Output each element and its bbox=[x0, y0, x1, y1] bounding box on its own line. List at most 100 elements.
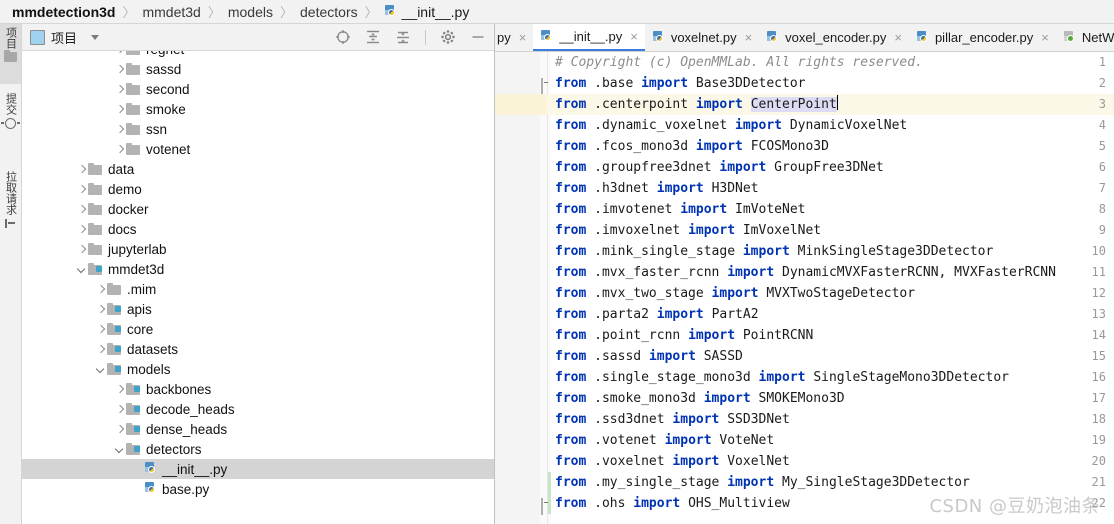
tree-item-label: smoke bbox=[146, 101, 186, 117]
chevron-down-icon[interactable] bbox=[94, 363, 107, 376]
breadcrumb-item-root[interactable]: mmdetection3d bbox=[12, 4, 115, 20]
editor-tab[interactable]: pillar_encoder.py × bbox=[909, 24, 1056, 51]
tree-item-label: base.py bbox=[162, 481, 210, 497]
editor-tab[interactable]: __init__.py × bbox=[533, 24, 645, 51]
chevron-right-icon[interactable] bbox=[75, 183, 88, 196]
imported-symbol: ImVoteNet bbox=[735, 202, 806, 217]
chevron-right-icon[interactable] bbox=[75, 163, 88, 176]
tree-folder-item[interactable]: data bbox=[22, 159, 494, 179]
tree-item-label: backbones bbox=[146, 381, 212, 397]
chevron-right-icon[interactable] bbox=[75, 223, 88, 236]
chevron-right-icon[interactable] bbox=[113, 423, 126, 436]
line-number: 20 bbox=[1091, 454, 1106, 468]
tool-button-commit[interactable]: 提交 bbox=[0, 90, 21, 160]
collapse-all-icon[interactable] bbox=[395, 29, 411, 45]
line-number: 6 bbox=[1098, 160, 1106, 174]
chevron-right-icon[interactable] bbox=[113, 143, 126, 156]
close-tab-icon[interactable]: × bbox=[1041, 30, 1049, 45]
module-name: .point_rcnn bbox=[594, 328, 681, 343]
tool-button-pull-requests[interactable]: 拉取请求 bbox=[0, 168, 21, 258]
chevron-right-icon[interactable] bbox=[94, 303, 107, 316]
breadcrumb-item-mmdet3d[interactable]: mmdet3d bbox=[142, 4, 200, 20]
tree-folder-item[interactable]: smoke bbox=[22, 99, 494, 119]
breadcrumb-item-models[interactable]: models bbox=[228, 4, 273, 20]
tree-file-item[interactable]: __init__.py bbox=[22, 459, 494, 479]
project-tree[interactable]: regnet sassd second smoke ssn votenet data demo… bbox=[22, 51, 494, 524]
editor-tab[interactable]: NetWo bbox=[1056, 24, 1114, 51]
module-name: .groupfree3dnet bbox=[594, 160, 712, 175]
tree-file-item[interactable]: base.py bbox=[22, 479, 494, 499]
code-line: from .imvotenet import ImVoteNet bbox=[555, 199, 806, 220]
folder-icon bbox=[88, 223, 103, 235]
chevron-right-icon[interactable] bbox=[113, 383, 126, 396]
tree-folder-item[interactable]: votenet bbox=[22, 139, 494, 159]
code-editor[interactable]: 1 # Copyright (c) OpenMMLab. All rights r… bbox=[495, 52, 1114, 524]
code-fold-icon[interactable] bbox=[541, 498, 550, 515]
chevron-right-icon[interactable] bbox=[113, 403, 126, 416]
keyword-import: import bbox=[695, 97, 743, 112]
tree-folder-item[interactable]: models bbox=[22, 359, 494, 379]
tool-button-project[interactable]: 项目 bbox=[0, 24, 21, 84]
editor-tab-label: NetWo bbox=[1081, 30, 1114, 45]
chevron-right-icon[interactable] bbox=[113, 83, 126, 96]
editor-tab[interactable]: voxelnet.py × bbox=[645, 24, 759, 51]
tree-folder-item[interactable]: demo bbox=[22, 179, 494, 199]
code-line: from .mink_single_stage import MinkSingl… bbox=[555, 241, 993, 262]
module-name: .voxelnet bbox=[594, 454, 665, 469]
watermark: CSDN @豆奶泡油条 bbox=[929, 496, 1100, 517]
line-number-gutter bbox=[495, 52, 540, 524]
chevron-right-icon[interactable] bbox=[94, 323, 107, 336]
tree-folder-item[interactable]: mmdet3d bbox=[22, 259, 494, 279]
folder-icon bbox=[88, 203, 103, 215]
tree-folder-item[interactable]: second bbox=[22, 79, 494, 99]
network-icon bbox=[1063, 30, 1077, 45]
close-tab-icon[interactable]: × bbox=[745, 30, 753, 45]
tree-folder-item[interactable]: sassd bbox=[22, 59, 494, 79]
tree-folder-item[interactable]: ssn bbox=[22, 119, 494, 139]
chevron-right-icon[interactable] bbox=[113, 51, 126, 56]
chevron-right-icon[interactable] bbox=[113, 63, 126, 76]
chevron-right-icon[interactable] bbox=[94, 343, 107, 356]
keyword-import: import bbox=[664, 433, 712, 448]
chevron-right-icon[interactable] bbox=[113, 103, 126, 116]
tree-folder-item[interactable]: detectors bbox=[22, 439, 494, 459]
close-tab-icon[interactable]: × bbox=[894, 30, 902, 45]
project-panel-title[interactable]: 项目 bbox=[30, 28, 77, 47]
tree-folder-item[interactable]: backbones bbox=[22, 379, 494, 399]
tree-folder-item[interactable]: .mim bbox=[22, 279, 494, 299]
tree-folder-item[interactable]: apis bbox=[22, 299, 494, 319]
editor-tab[interactable]: voxel_encoder.py × bbox=[759, 24, 909, 51]
python-file-icon bbox=[384, 4, 398, 19]
tree-folder-item[interactable]: regnet bbox=[22, 51, 494, 59]
chevron-right-icon[interactable] bbox=[113, 123, 126, 136]
tree-folder-item[interactable]: decode_heads bbox=[22, 399, 494, 419]
tree-folder-item[interactable]: jupyterlab bbox=[22, 239, 494, 259]
close-tab-icon[interactable]: × bbox=[630, 29, 638, 44]
chevron-right-icon[interactable] bbox=[75, 203, 88, 216]
settings-gear-icon[interactable] bbox=[440, 29, 456, 45]
expand-all-icon[interactable] bbox=[365, 29, 381, 45]
chevron-right-icon[interactable] bbox=[75, 243, 88, 256]
editor-tab-label: pillar_encoder.py bbox=[934, 30, 1034, 45]
tree-folder-item[interactable]: docs bbox=[22, 219, 494, 239]
module-name: .imvotenet bbox=[594, 202, 673, 217]
tree-folder-item[interactable]: datasets bbox=[22, 339, 494, 359]
hide-panel-icon[interactable] bbox=[470, 29, 486, 45]
select-opened-file-icon[interactable] bbox=[335, 29, 351, 45]
line-number: 8 bbox=[1098, 202, 1106, 216]
chevron-right-icon[interactable] bbox=[94, 283, 107, 296]
close-tab-icon[interactable]: × bbox=[519, 30, 527, 45]
tree-folder-item[interactable]: docker bbox=[22, 199, 494, 219]
breadcrumb-item-detectors[interactable]: detectors bbox=[300, 4, 358, 20]
code-fold-icon[interactable] bbox=[541, 78, 550, 95]
chevron-down-icon[interactable] bbox=[75, 263, 88, 276]
chevron-down-icon[interactable] bbox=[113, 443, 126, 456]
chevron-down-icon[interactable] bbox=[91, 34, 100, 40]
editor-tab[interactable]: py × bbox=[495, 24, 533, 51]
code-line: from .smoke_mono3d import SMOKEMono3D bbox=[555, 388, 845, 409]
tree-folder-item[interactable]: core bbox=[22, 319, 494, 339]
tree-folder-item[interactable]: dense_heads bbox=[22, 419, 494, 439]
breadcrumb-separator-icon: 〉 bbox=[122, 5, 136, 20]
module-name: .votenet bbox=[594, 433, 657, 448]
breadcrumb-item-file[interactable]: __init__.py bbox=[384, 4, 469, 20]
